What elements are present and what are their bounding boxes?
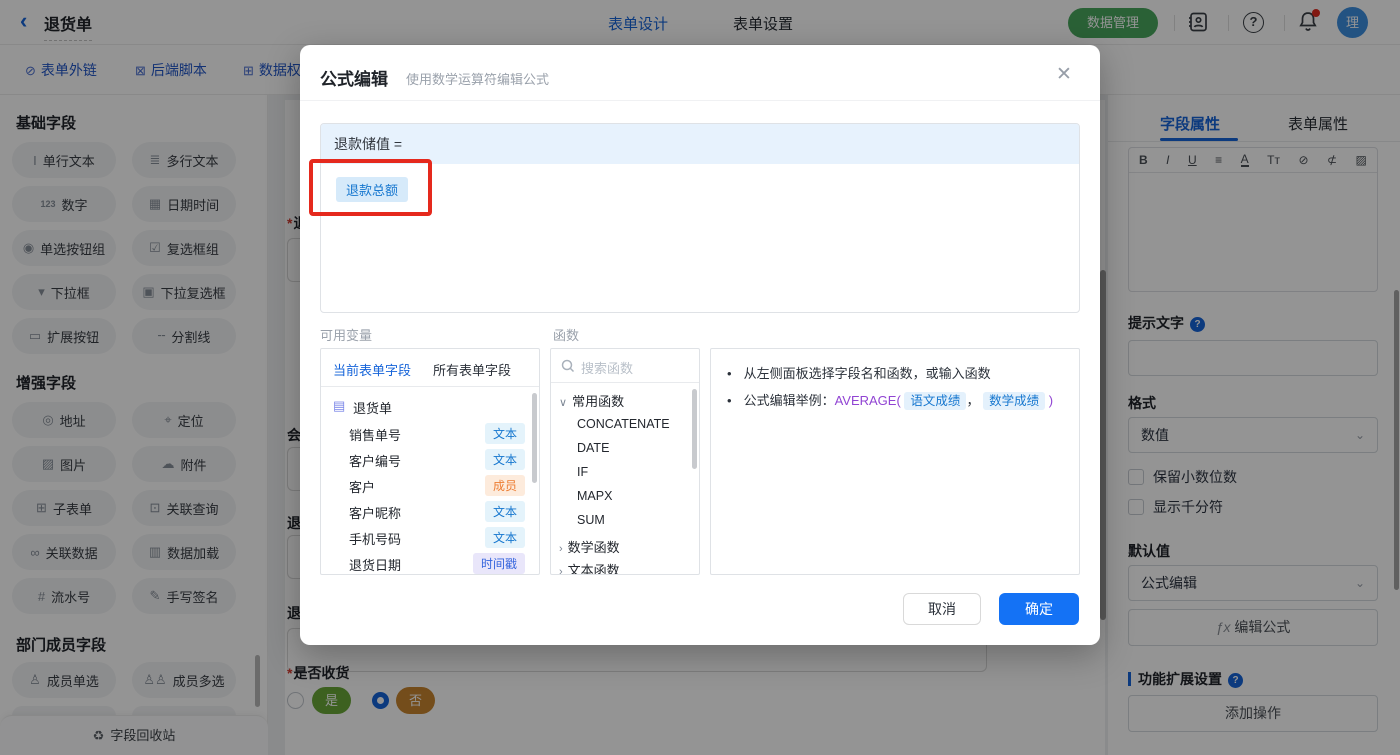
- annotation-red-box: [309, 159, 432, 216]
- function-item[interactable]: CONCATENATE: [577, 417, 670, 431]
- tip-line-2: • 公式编辑举例：AVERAGE( 语文成绩， 数学成绩 ): [727, 390, 1054, 410]
- type-tag: 文本: [484, 527, 525, 548]
- variable-row[interactable]: 客户昵称 文本: [321, 498, 539, 524]
- tab-all-form-fields[interactable]: 所有表单字段: [433, 360, 511, 379]
- variable-row[interactable]: 客户编号 文本: [321, 446, 539, 472]
- modal-subtitle: 使用数学运算符编辑公式: [406, 72, 550, 87]
- variable-name: 销售单号: [349, 428, 402, 443]
- variables-scrollbar[interactable]: [532, 393, 537, 483]
- function-item[interactable]: SUM: [577, 513, 605, 527]
- group-label: 文本函数: [567, 563, 620, 575]
- variable-name: 手机号码: [349, 532, 402, 547]
- tip-text: 公式编辑举例：: [743, 393, 835, 408]
- chevron-right-icon: ›: [559, 543, 563, 555]
- function-item[interactable]: DATE: [577, 441, 609, 455]
- tips-panel: • 从左侧面板选择字段名和函数，或输入函数 • 公式编辑举例：AVERAGE( 语文…: [710, 348, 1080, 575]
- confirm-button[interactable]: 确定: [999, 593, 1079, 625]
- variables-tabs: 当前表单字段 所有表单字段: [321, 349, 539, 387]
- variable-row[interactable]: 客户 成员: [321, 472, 539, 498]
- tip-line-1: • 从左侧面板选择字段名和函数，或输入函数: [727, 363, 991, 382]
- tab-current-form-fields[interactable]: 当前表单字段: [333, 360, 411, 379]
- formula-lhs: 退款储值 =: [321, 124, 1079, 164]
- function-item[interactable]: MAPX: [577, 489, 612, 503]
- chevron-down-icon: ∨: [559, 397, 568, 409]
- fn-open: AVERAGE(: [834, 393, 901, 408]
- group-math-functions[interactable]: › 数学函数: [559, 537, 620, 556]
- group-common-functions[interactable]: ∨ 常用函数: [559, 391, 624, 410]
- variable-name: 客户昵称: [349, 506, 402, 521]
- group-text-functions[interactable]: › 文本函数: [559, 560, 620, 575]
- fn-close: ): [1048, 393, 1054, 408]
- type-tag: 时间戳: [472, 553, 525, 574]
- cancel-button[interactable]: 取消: [903, 593, 981, 625]
- group-label: 常用函数: [572, 394, 625, 409]
- search-icon: [561, 359, 575, 373]
- example-chip: 语文成绩: [904, 392, 967, 410]
- app-root: ‹ 退货单 表单设计 表单设置 数据管理 ? 理 ⊘ 表单外链 ⊠ 后端脚本 ⊞…: [0, 0, 1400, 755]
- type-tag: 文本: [484, 501, 525, 522]
- functions-scrollbar[interactable]: [692, 389, 697, 469]
- search-placeholder: 搜索函数: [581, 361, 634, 376]
- variable-row[interactable]: 销售单号 文本: [321, 420, 539, 446]
- functions-label: 函数: [553, 328, 580, 343]
- variable-row[interactable]: 手机号码 文本: [321, 524, 539, 550]
- variable-name: 退货日期: [349, 558, 402, 573]
- tree-root-label: 退货单: [353, 401, 393, 416]
- variable-name: 客户编号: [349, 454, 402, 469]
- tree-root-row[interactable]: ▤ 退货单: [321, 393, 539, 419]
- formula-editor[interactable]: 退款储值 = 退款总额: [320, 123, 1080, 313]
- type-tag: 文本: [484, 449, 525, 470]
- close-icon[interactable]: ✕: [1056, 63, 1072, 86]
- variable-name: 客户: [349, 480, 376, 495]
- type-tag: 成员: [484, 475, 525, 496]
- function-item[interactable]: IF: [577, 465, 588, 479]
- tip-text: 从左侧面板选择字段名和函数，或输入函数: [743, 366, 991, 381]
- type-tag: 文本: [484, 423, 525, 444]
- bullet: •: [727, 393, 732, 408]
- bullet: •: [727, 366, 732, 381]
- chevron-right-icon: ›: [559, 566, 563, 575]
- group-label: 数学函数: [567, 540, 620, 555]
- modal-title: 公式编辑: [320, 70, 388, 89]
- separator: ，: [966, 393, 980, 408]
- function-search[interactable]: 搜索函数: [551, 349, 699, 383]
- variable-row[interactable]: 退货日期 时间戳: [321, 550, 539, 574]
- divider: [300, 100, 1100, 101]
- variables-panel: 当前表单字段 所有表单字段 ▤ 退货单 销售单号 文本 客户编号 文本 客户 成员 客…: [320, 348, 540, 575]
- example-chip: 数学成绩: [983, 392, 1046, 410]
- variables-label: 可用变量: [320, 328, 373, 343]
- formula-edit-modal: 公式编辑 使用数学运算符编辑公式 ✕ 退款储值 = 退款总额 可用变量 函数 当…: [300, 45, 1100, 645]
- functions-panel: 搜索函数 ∨ 常用函数 CONCATENATE DATE IF MAPX SUM …: [550, 348, 700, 575]
- form-doc-icon: ▤: [333, 398, 346, 413]
